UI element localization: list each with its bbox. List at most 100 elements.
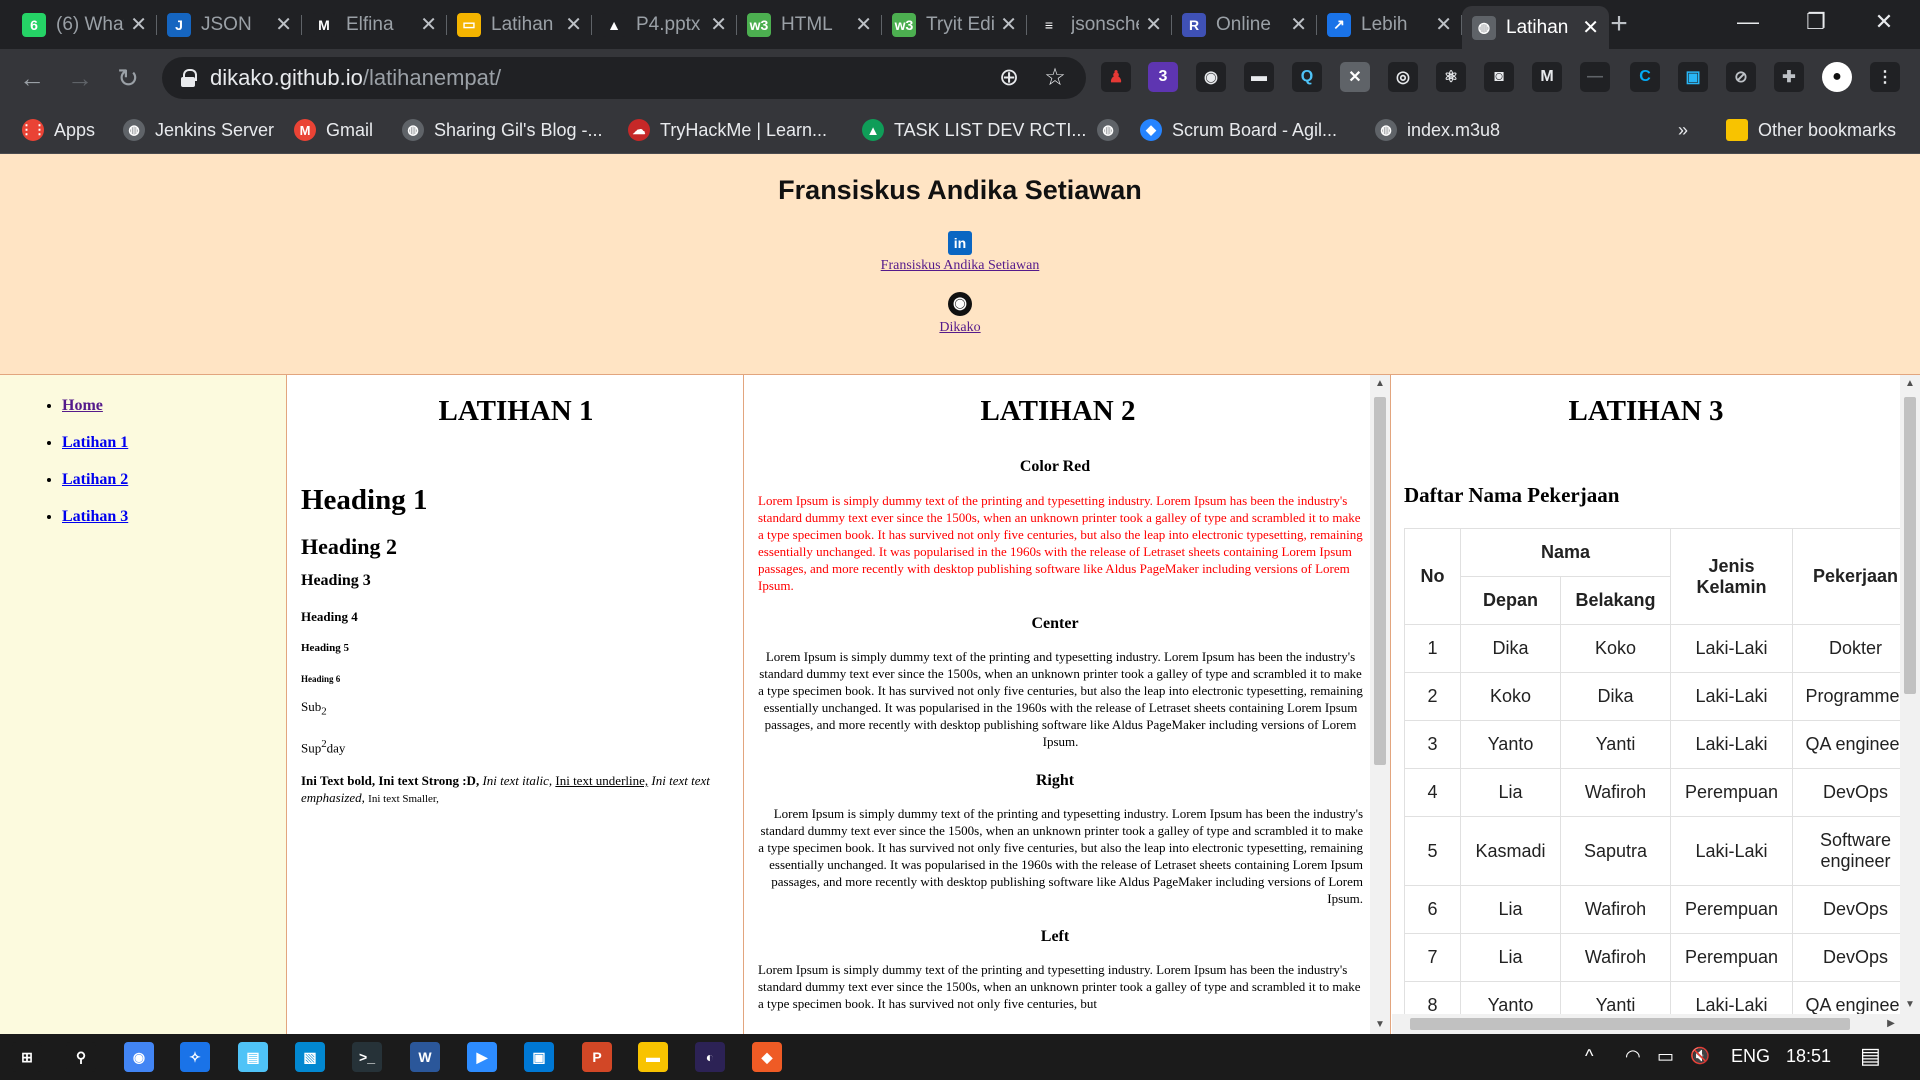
nav-link-home[interactable]: Home	[62, 397, 103, 414]
latihan-3-horizontal-scrollbar[interactable]: ▶	[1392, 1014, 1900, 1034]
tab-close-icon[interactable]: ✕	[1582, 15, 1599, 40]
scroll-right-arrow-icon[interactable]: ▶	[1882, 1014, 1900, 1034]
tab-10[interactable]: ↗ Lebih ✕	[1317, 6, 1462, 43]
circle-extension-icon[interactable]: ◎	[1388, 62, 1418, 92]
bookmark-3[interactable]: M Gmail	[294, 116, 373, 144]
tab-close-icon[interactable]: ✕	[275, 12, 292, 37]
scroll-down-arrow-icon[interactable]: ▼	[1900, 996, 1920, 1014]
linkedin-icon[interactable]: in	[948, 231, 972, 255]
nav-item-home[interactable]: Home	[62, 395, 128, 432]
remote-desktop-icon[interactable]: ▣	[524, 1042, 554, 1072]
bookmark-4[interactable]: ◍ Sharing Gil's Blog -...	[402, 116, 603, 144]
c-extension-icon[interactable]: C	[1630, 62, 1660, 92]
react-extension-icon[interactable]: ⚛	[1436, 62, 1466, 92]
url-text[interactable]: dikako.github.io/latihanempat/	[210, 65, 501, 91]
chrome-icon[interactable]: ◉	[124, 1042, 154, 1072]
terminal-icon[interactable]: >_	[352, 1042, 382, 1072]
block-extension-icon[interactable]: ⊘	[1726, 62, 1756, 92]
horizontal-scrollbar-thumb[interactable]	[1410, 1018, 1850, 1030]
notepad-icon[interactable]: ▤	[238, 1042, 268, 1072]
zoom-icon[interactable]: ⊕	[994, 63, 1024, 93]
bookmarks-overflow-icon[interactable]: »	[1678, 116, 1688, 144]
lock-icon[interactable]	[180, 69, 197, 87]
battery-icon[interactable]: ▭	[1657, 1046, 1674, 1067]
pawn-extension-icon[interactable]: ♟	[1101, 62, 1131, 92]
tab-1[interactable]: 6 (6) WhatsApp ✕	[12, 6, 157, 43]
tab-2[interactable]: J JSON ✕	[157, 6, 302, 43]
tab-close-icon[interactable]: ✕	[420, 12, 437, 37]
wifi-icon[interactable]: ◠	[1625, 1046, 1641, 1067]
camera-extension-icon[interactable]: ◙	[1484, 62, 1514, 92]
m-extension-icon[interactable]: M	[1532, 62, 1562, 92]
scrollbar-thumb[interactable]	[1904, 397, 1916, 694]
dash-extension-icon[interactable]: —	[1580, 62, 1610, 92]
address-bar[interactable]: dikako.github.io/latihanempat/ ⊕ ☆	[162, 57, 1086, 99]
puzzle-extension-icon[interactable]: ✚	[1774, 62, 1804, 92]
nav-item-latihan-2[interactable]: Latihan 2	[62, 469, 128, 506]
scroll-up-arrow-icon[interactable]: ▲	[1900, 375, 1920, 393]
tab-close-icon[interactable]: ✕	[1145, 12, 1162, 37]
eclipse-icon[interactable]: ◐	[695, 1042, 725, 1072]
tab-5[interactable]: ▲ P4.pptx ✕	[592, 6, 737, 43]
forward-button[interactable]: →	[64, 62, 96, 94]
zoom-icon[interactable]: ▶	[467, 1042, 497, 1072]
profile-avatar-icon[interactable]: ●	[1822, 62, 1852, 92]
tab-close-icon[interactable]: ✕	[855, 12, 872, 37]
start-icon[interactable]: ⊞	[12, 1042, 42, 1072]
word-icon[interactable]: W	[410, 1042, 440, 1072]
tab-close-icon[interactable]: ✕	[1290, 12, 1307, 37]
scroll-down-arrow-icon[interactable]: ▼	[1370, 1016, 1390, 1034]
language-indicator[interactable]: ENG	[1731, 1046, 1770, 1067]
scroll-up-arrow-icon[interactable]: ▲	[1370, 375, 1390, 393]
latihan-3-vertical-scrollbar[interactable]: ▲ ▼	[1900, 375, 1920, 1034]
tab-close-icon[interactable]: ✕	[1000, 12, 1017, 37]
save-extension-icon[interactable]: ▣	[1678, 62, 1708, 92]
back-button[interactable]: ←	[16, 62, 48, 94]
spy-extension-icon[interactable]: ◉	[1196, 62, 1226, 92]
close-window-button[interactable]: ✕	[1854, 4, 1914, 40]
notification-center-icon[interactable]: ▤	[1860, 1043, 1881, 1069]
bookmark-7[interactable]: ◍	[1097, 116, 1129, 144]
paint-icon[interactable]: ▧	[295, 1042, 325, 1072]
nav-item-latihan-3[interactable]: Latihan 3	[62, 506, 128, 543]
reload-button[interactable]: ↻	[112, 62, 144, 94]
bookmark-8[interactable]: ◆ Scrum Board - Agil...	[1140, 116, 1337, 144]
nav-item-latihan-1[interactable]: Latihan 1	[62, 432, 128, 469]
tab-8[interactable]: ≡ jsonschema ✕	[1027, 6, 1172, 43]
tab-3[interactable]: M Elfina ✕	[302, 6, 447, 43]
safari-icon[interactable]: ✧	[180, 1042, 210, 1072]
volume-muted-icon[interactable]: 🔇	[1690, 1046, 1710, 1066]
tab-close-icon[interactable]: ✕	[130, 12, 147, 37]
scrollbar-thumb[interactable]	[1374, 397, 1386, 765]
bookmark-star-icon[interactable]: ☆	[1040, 63, 1070, 93]
powerpoint-icon[interactable]: P	[582, 1042, 612, 1072]
clock[interactable]: 18:51	[1786, 1046, 1831, 1067]
x-extension-icon[interactable]: ✕	[1340, 62, 1370, 92]
nav-link-latihan-1[interactable]: Latihan 1	[62, 434, 128, 451]
search-icon[interactable]: ⚲	[66, 1042, 96, 1072]
postman-icon[interactable]: ◆	[752, 1042, 782, 1072]
tab-6[interactable]: w3 HTML ✕	[737, 6, 882, 43]
bookmark-1[interactable]: ⋮⋮ Apps	[20, 116, 95, 144]
tab-close-icon[interactable]: ✕	[710, 12, 727, 37]
tab-close-icon[interactable]: ✕	[565, 12, 582, 37]
linkedin-link[interactable]: Fransiskus Andika Setiawan	[0, 258, 1920, 274]
new-tab-button[interactable]: +	[1604, 9, 1634, 40]
bookmark-6[interactable]: ▲ TASK LIST DEV RCTI...	[862, 116, 1086, 144]
bookmark-5[interactable]: ☁ TryHackMe | Learn...	[628, 116, 827, 144]
tab-7[interactable]: w3 Tryit Editor✕	[882, 6, 1027, 43]
minimize-button[interactable]: —	[1718, 4, 1778, 40]
tab-11[interactable]: ◍ Latihan ✕	[1462, 6, 1609, 49]
bookmark-2[interactable]: ◍ Jenkins Server	[123, 116, 274, 144]
tab-9[interactable]: R Online ✕	[1172, 6, 1317, 43]
tray-chevron-icon[interactable]: ^	[1585, 1046, 1593, 1067]
bookmark-9[interactable]: ◍ index.m3u8	[1375, 116, 1500, 144]
folder-extension-icon[interactable]: ▬	[1244, 62, 1274, 92]
latihan-2-scrollbar[interactable]: ▲ ▼	[1370, 375, 1390, 1034]
file-explorer-icon[interactable]: ▬	[638, 1042, 668, 1072]
nav-link-latihan-3[interactable]: Latihan 3	[62, 508, 128, 525]
github-link[interactable]: Dikako	[0, 320, 1920, 336]
other-bookmarks[interactable]: Other bookmarks	[1726, 116, 1896, 144]
maximize-button[interactable]: ❐	[1786, 4, 1846, 40]
github-icon[interactable]: ◉	[948, 292, 972, 316]
